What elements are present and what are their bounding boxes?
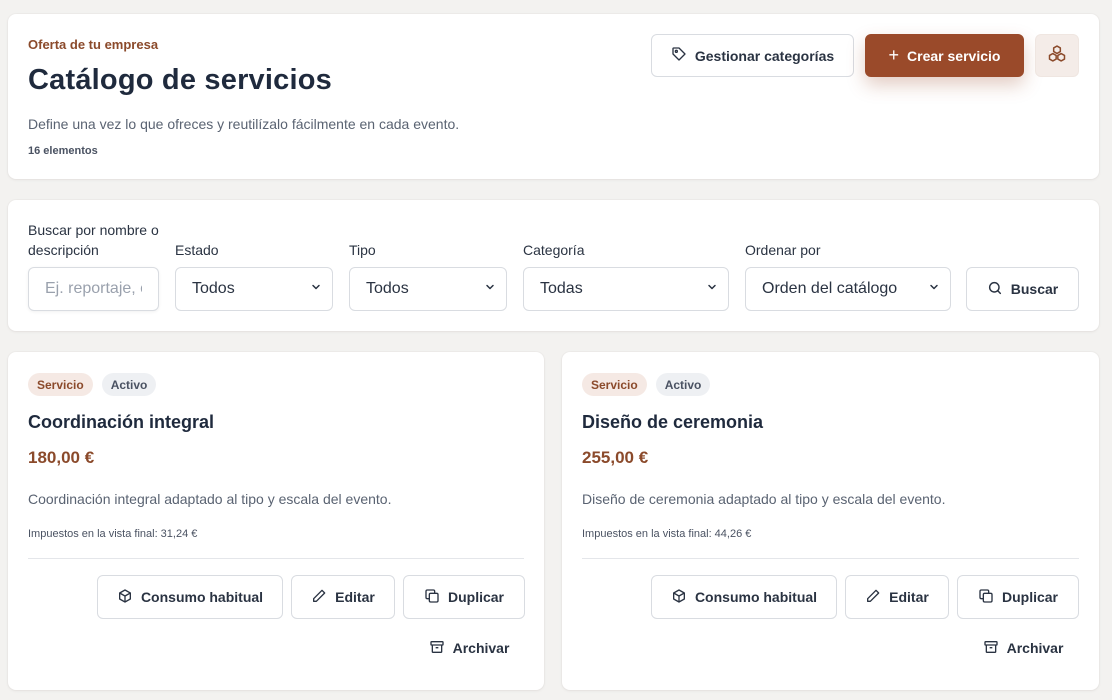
categoria-label: Categoría <box>523 242 585 258</box>
search-button-label: Buscar <box>1010 281 1059 297</box>
service-card: Servicio Activo Coordinación integral 18… <box>8 352 544 690</box>
pencil-icon <box>865 588 881 607</box>
type-badge: Servicio <box>582 373 647 396</box>
badge-group: Servicio Activo <box>582 373 711 396</box>
categoria-value: Todas <box>540 280 583 297</box>
divider <box>28 558 524 559</box>
tipo-value: Todos <box>366 280 409 297</box>
search-input[interactable] <box>28 267 159 311</box>
divider <box>582 558 1079 559</box>
service-price: 180,00 € <box>28 448 95 467</box>
manage-categories-button[interactable]: Gestionar categorías <box>651 34 854 77</box>
tipo-label: Tipo <box>349 242 376 258</box>
copy-icon <box>424 588 440 607</box>
categoria-select[interactable]: Todas <box>523 267 729 311</box>
duplicate-button[interactable]: Duplicar <box>957 575 1079 619</box>
cubes-button[interactable] <box>1035 34 1079 77</box>
consumo-habitual-button[interactable]: Consumo habitual <box>651 575 837 619</box>
ordenar-value: Orden del catálogo <box>762 280 898 297</box>
plus-icon: + <box>888 44 900 65</box>
duplicate-label: Duplicar <box>447 589 504 605</box>
filter-panel: Buscar por nombre o descripción Estado T… <box>8 200 1099 331</box>
page-title: Catálogo de servicios <box>28 64 332 96</box>
archive-button[interactable]: Archivar <box>413 632 525 664</box>
archive-button[interactable]: Archivar <box>967 632 1079 664</box>
edit-label: Editar <box>335 589 375 605</box>
service-description: Coordinación integral adaptado al tipo y… <box>28 491 392 507</box>
copy-icon <box>978 588 994 607</box>
tipo-select[interactable]: Todos <box>349 267 507 311</box>
pencil-icon <box>311 588 327 607</box>
ordenar-select[interactable]: Orden del catálogo <box>745 267 951 311</box>
ordenar-label: Ordenar por <box>745 242 821 258</box>
create-service-button[interactable]: + Crear servicio <box>865 34 1024 77</box>
status-badge: Activo <box>655 373 711 396</box>
consumo-habitual-label: Consumo habitual <box>694 589 818 605</box>
chevron-down-icon <box>706 280 718 298</box>
cubes-icon <box>1047 44 1067 67</box>
badge-group: Servicio Activo <box>28 373 157 396</box>
service-tax-note: Impuestos en la vista final: 44,26 € <box>582 528 752 540</box>
archive-icon <box>983 639 999 658</box>
chevron-down-icon <box>928 280 940 298</box>
item-count: 16 elementos <box>28 145 98 157</box>
manage-categories-label: Gestionar categorías <box>694 47 835 64</box>
estado-select[interactable]: Todos <box>175 267 333 311</box>
duplicate-label: Duplicar <box>1001 589 1058 605</box>
status-badge: Activo <box>101 373 157 396</box>
archive-label: Archivar <box>1006 640 1064 656</box>
eyebrow-text: Oferta de tu empresa <box>28 37 159 52</box>
service-tax-note: Impuestos en la vista final: 31,24 € <box>28 528 198 540</box>
consumo-habitual-label: Consumo habitual <box>140 589 264 605</box>
service-price: 255,00 € <box>582 448 649 467</box>
tag-icon <box>671 46 687 65</box>
type-badge: Servicio <box>28 373 93 396</box>
chevron-down-icon <box>310 280 322 298</box>
estado-value: Todos <box>192 280 235 297</box>
service-title: Coordinación integral <box>28 412 215 432</box>
estado-label: Estado <box>175 242 219 258</box>
consumo-habitual-button[interactable]: Consumo habitual <box>97 575 283 619</box>
duplicate-button[interactable]: Duplicar <box>403 575 525 619</box>
edit-label: Editar <box>889 589 929 605</box>
catalog-header: Oferta de tu empresa Catálogo de servici… <box>8 14 1099 179</box>
page-subtitle: Define una vez lo que ofreces y reutilíz… <box>28 116 460 132</box>
box-icon <box>117 588 133 607</box>
service-card: Servicio Activo Diseño de ceremonia 255,… <box>562 352 1099 690</box>
archive-icon <box>429 639 445 658</box>
archive-label: Archivar <box>452 640 510 656</box>
edit-button[interactable]: Editar <box>291 575 395 619</box>
service-description: Diseño de ceremonia adaptado al tipo y e… <box>582 491 946 507</box>
create-service-label: Crear servicio <box>907 47 1001 64</box>
service-title: Diseño de ceremonia <box>582 412 764 432</box>
box-icon <box>671 588 687 607</box>
search-label: Buscar por nombre o descripción <box>28 222 159 258</box>
search-button[interactable]: Buscar <box>966 267 1079 311</box>
edit-button[interactable]: Editar <box>845 575 949 619</box>
chevron-down-icon <box>484 280 496 298</box>
search-icon <box>987 280 1003 299</box>
